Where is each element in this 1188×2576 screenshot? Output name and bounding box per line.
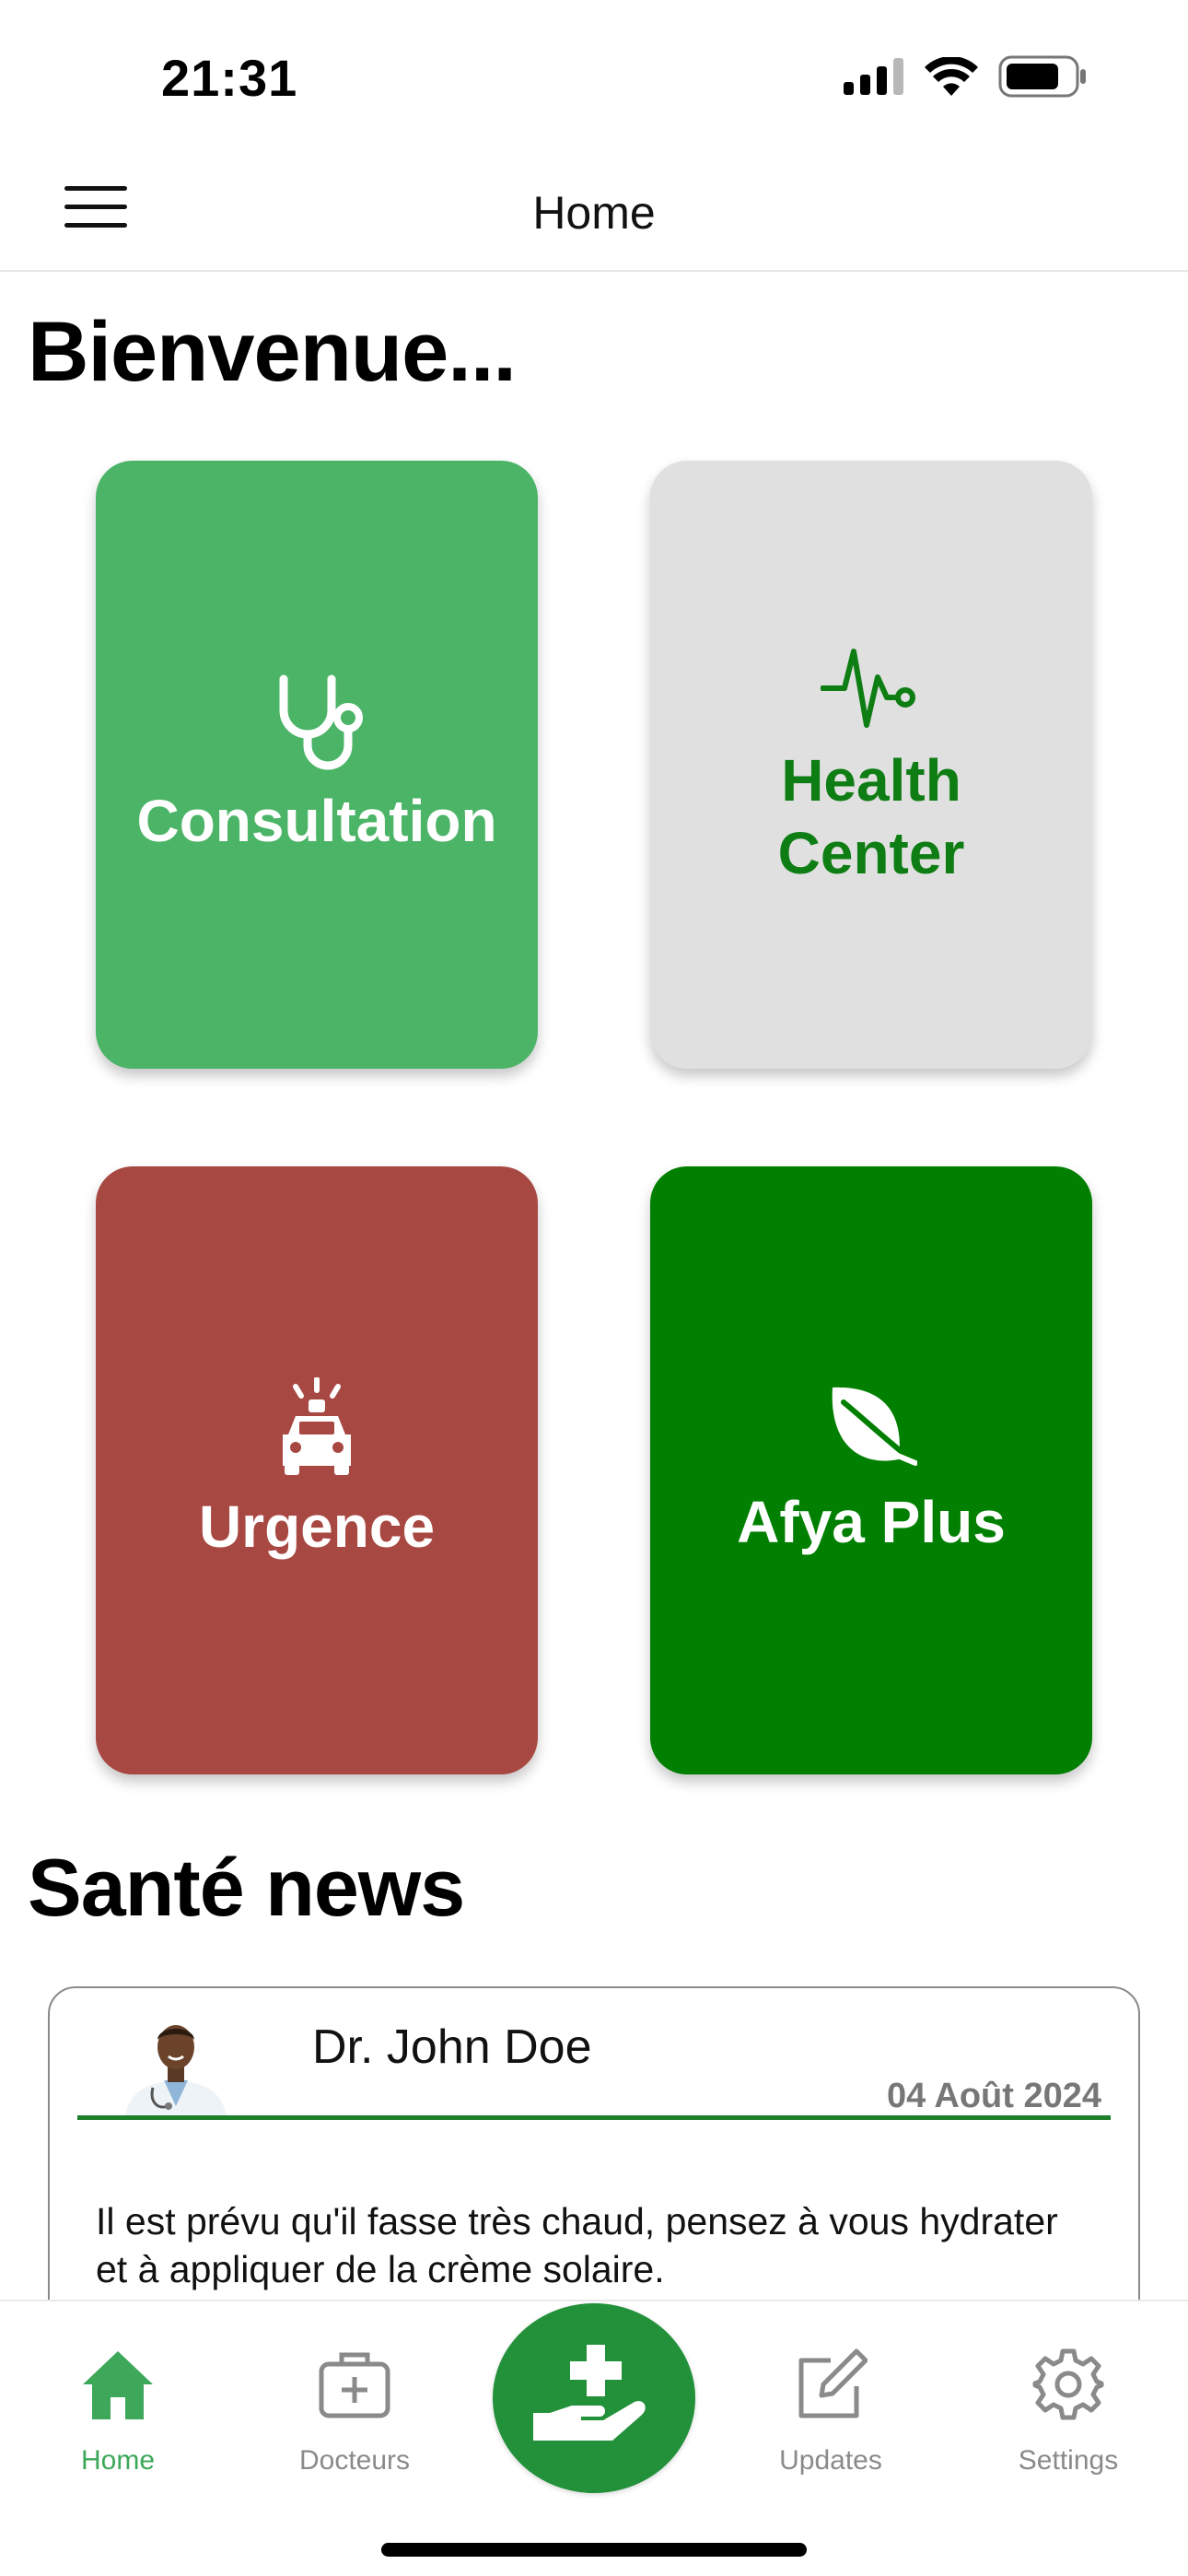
edit-icon xyxy=(729,2338,932,2430)
health-center-label: Health Center xyxy=(777,747,965,886)
gear-icon xyxy=(967,2338,1170,2430)
hand-plus-icon xyxy=(530,2341,658,2456)
status-bar: 21:31 xyxy=(0,0,1188,147)
leaf-icon xyxy=(825,1382,918,1479)
stethoscope-icon xyxy=(271,672,363,778)
welcome-heading: Bienvenue... xyxy=(28,305,517,399)
status-icons xyxy=(844,55,1087,101)
ambulance-siren-icon xyxy=(275,1376,358,1483)
afya-plus-tile[interactable]: Afya Plus xyxy=(650,1166,1092,1774)
center-action-button[interactable] xyxy=(493,2303,695,2493)
tab-updates-label: Updates xyxy=(779,2445,882,2476)
tab-docteurs-label: Docteurs xyxy=(298,2445,411,2476)
news-heading: Santé news xyxy=(28,1842,465,1933)
home-screen: 21:31 Home Bienvenue... Consultation Hea… xyxy=(0,0,1188,2576)
cellular-signal-icon xyxy=(844,57,904,100)
urgence-tile[interactable]: Urgence xyxy=(96,1166,538,1774)
medical-bag-icon xyxy=(253,2338,456,2430)
afya-plus-label: Afya Plus xyxy=(737,1489,1006,1556)
status-time: 21:31 xyxy=(161,49,298,107)
home-icon xyxy=(17,2338,219,2430)
consultation-label: Consultation xyxy=(136,788,497,855)
tab-updates[interactable]: Updates xyxy=(729,2338,932,2476)
heartbeat-pulse-icon xyxy=(820,640,922,737)
news-text: Il est prévu qu'il fasse très chaud, pen… xyxy=(96,2200,1058,2290)
news-author: Dr. John Doe xyxy=(312,2020,592,2074)
health-center-tile[interactable]: Health Center xyxy=(650,461,1092,1069)
page-title: Home xyxy=(532,187,656,239)
news-date: 04 Août 2024 xyxy=(886,2077,1101,2115)
avatar xyxy=(116,2014,236,2117)
tab-docteurs[interactable]: Docteurs xyxy=(253,2338,456,2476)
tab-settings[interactable]: Settings xyxy=(967,2338,1170,2476)
consultation-tile[interactable]: Consultation xyxy=(96,461,538,1069)
tab-settings-label: Settings xyxy=(1018,2445,1119,2476)
wifi-icon xyxy=(925,55,978,100)
tab-home[interactable]: Home xyxy=(17,2338,219,2476)
home-indicator xyxy=(381,2543,807,2557)
battery-icon xyxy=(998,55,1087,102)
urgence-label: Urgence xyxy=(198,1493,436,1561)
news-divider xyxy=(77,2115,1111,2120)
tab-home-label: Home xyxy=(80,2445,156,2476)
app-header: Home xyxy=(0,147,1188,272)
